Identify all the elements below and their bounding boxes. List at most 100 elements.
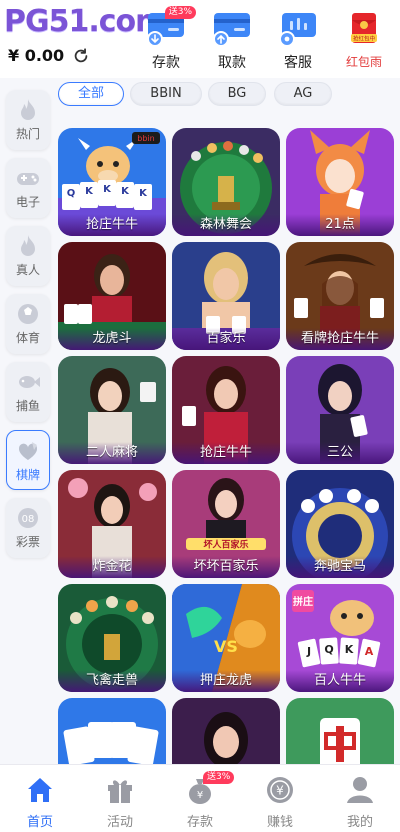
filter-tab-all[interactable]: 全部 [58, 82, 124, 106]
nav-home[interactable]: 首页 [0, 771, 80, 831]
yen-coin-icon: ¥ [267, 777, 293, 803]
sidebar-item-label: 彩票 [15, 535, 40, 549]
game-title: 看牌抢庄牛牛 [286, 328, 394, 350]
deposit-button[interactable]: 送3% 存款 [136, 6, 196, 72]
game-card[interactable]: 炸金花 [58, 470, 166, 578]
provider-filter-tabs: 全部 BBIN BG AG [58, 82, 400, 110]
game-card[interactable]: 龙虎斗 [58, 242, 166, 350]
card-letter: K [103, 184, 112, 195]
lottery-ball-number: 08 [22, 514, 35, 525]
game-card[interactable]: 拼庄 J Q K A 百人牛牛 [286, 584, 394, 692]
game-title: 炸金花 [58, 556, 166, 578]
home-icon [28, 778, 52, 802]
refresh-icon[interactable] [72, 47, 90, 65]
card-letter: K [139, 188, 148, 199]
balance-amount: ¥ 0.00 [8, 46, 65, 65]
withdraw-label: 取款 [218, 55, 246, 71]
customer-service-button[interactable]: 客服 [268, 6, 328, 72]
nav-label: 活动 [106, 815, 133, 830]
game-title: 百人牛牛 [286, 670, 394, 692]
card-letter: A [365, 645, 374, 658]
svg-text:¥: ¥ [276, 784, 284, 798]
game-art-banner-text: 坏人百家乐 [203, 539, 248, 551]
sidebar-item-fishing[interactable]: 捕鱼 [6, 362, 50, 422]
game-card[interactable]: 二人麻将 [58, 356, 166, 464]
sidebar-item-label: 捕鱼 [15, 399, 40, 413]
sidebar-item-electronic[interactable]: 电子 [6, 158, 50, 218]
sidebar-item-label: 棋牌 [15, 468, 40, 482]
game-card[interactable]: 飞禽走兽 [58, 584, 166, 692]
sidebar-item-label: 热门 [15, 127, 40, 141]
card-letter: Q [67, 188, 76, 199]
lottery-icon: 08 [18, 508, 38, 528]
game-title: 百家乐 [172, 328, 280, 350]
game-title: 押庄龙虎 [172, 670, 280, 692]
nav-profile[interactable]: 我的 [320, 771, 400, 831]
game-card[interactable]: 百家乐 [172, 242, 280, 350]
sidebar-item-hot[interactable]: 热门 [6, 90, 50, 150]
user-icon [347, 777, 373, 803]
game-grid: bbin Q K K K K 抢庄牛牛 森林舞会 21点 龙虎斗 百家乐 看牌抢… [58, 128, 400, 764]
sidebar-item-label: 电子 [15, 195, 40, 209]
nav-label: 首页 [26, 815, 53, 830]
nav-deposit[interactable]: ¥ 送3% 存款 [160, 771, 240, 831]
withdraw-button[interactable]: 取款 [202, 6, 262, 72]
balance-display: ¥ 0.00 [8, 46, 90, 65]
red-envelope-rain-button[interactable]: 抢红包中 红包雨 [334, 6, 394, 72]
game-card[interactable] [172, 698, 280, 764]
deposit-label: 存款 [152, 55, 180, 71]
svg-text:VS: VS [214, 637, 238, 656]
nav-label: 存款 [186, 815, 213, 830]
game-card[interactable]: 森林舞会 [172, 128, 280, 236]
flame-icon [21, 99, 35, 120]
bottom-navigation: 首页 活动 ¥ 送3% 存款 ¥ 赚钱 我的 [0, 764, 400, 832]
fish-icon [19, 376, 40, 388]
game-title: 抢庄牛牛 [58, 214, 166, 236]
category-sidebar: 热门 电子 真人 体育 捕鱼 棋牌 08 彩票 [0, 78, 56, 764]
live-dealer-icon [21, 235, 35, 256]
game-card[interactable]: VS 押庄龙虎 [172, 584, 280, 692]
game-card[interactable]: 抢庄牛牛 [172, 356, 280, 464]
red-envelope-icon: 抢红包中 [351, 13, 377, 43]
game-card[interactable]: 坏人百家乐 坏坏百家乐 [172, 470, 280, 578]
card-letter: K [121, 186, 130, 197]
game-title: 二人麻将 [58, 442, 166, 464]
provider-mark: bbin [137, 134, 154, 143]
game-title: 森林舞会 [172, 214, 280, 236]
game-card[interactable]: 奔驰宝马 [286, 470, 394, 578]
card-letter: K [85, 186, 94, 197]
filter-tab-bbin[interactable]: BBIN [130, 82, 202, 106]
red-envelope-icon-text: 抢红包中 [353, 35, 375, 43]
nav-label: 赚钱 [266, 815, 293, 830]
gift-icon [108, 780, 132, 803]
game-title: 抢庄牛牛 [172, 442, 280, 464]
nav-activities[interactable]: 活动 [80, 771, 160, 831]
game-card[interactable] [58, 698, 166, 764]
card-letter: J [306, 645, 311, 658]
card-letter: K [345, 643, 354, 656]
game-title: 坏坏百家乐 [172, 556, 280, 578]
game-title: 飞禽走兽 [58, 670, 166, 692]
withdraw-icon [213, 13, 250, 47]
game-title: 21点 [286, 214, 394, 236]
game-card[interactable]: 三公 [286, 356, 394, 464]
sidebar-item-live[interactable]: 真人 [6, 226, 50, 286]
sidebar-item-cards[interactable]: 棋牌 [6, 430, 50, 490]
game-card[interactable]: 看牌抢庄牛牛 [286, 242, 394, 350]
red-envelope-rain-label: 红包雨 [345, 55, 382, 69]
game-title: 三公 [286, 442, 394, 464]
sidebar-item-lottery[interactable]: 08 彩票 [6, 498, 50, 558]
game-card[interactable] [286, 698, 394, 764]
customer-service-icon [279, 13, 316, 47]
filter-tab-bg[interactable]: BG [208, 82, 266, 106]
nav-earn[interactable]: ¥ 赚钱 [240, 771, 320, 831]
gamepad-icon [17, 173, 39, 185]
game-card[interactable]: 21点 [286, 128, 394, 236]
sidebar-item-sports[interactable]: 体育 [6, 294, 50, 354]
filter-tab-ag[interactable]: AG [274, 82, 332, 106]
top-header: PG51.com ¥ 0.00 送3% 存款 取款 客服 抢红包中 红包雨 [0, 0, 400, 78]
card-letter: Q [324, 643, 333, 656]
game-art-badge-text: 拼庄 [293, 595, 313, 608]
customer-service-label: 客服 [284, 55, 312, 71]
game-card[interactable]: bbin Q K K K K 抢庄牛牛 [58, 128, 166, 236]
